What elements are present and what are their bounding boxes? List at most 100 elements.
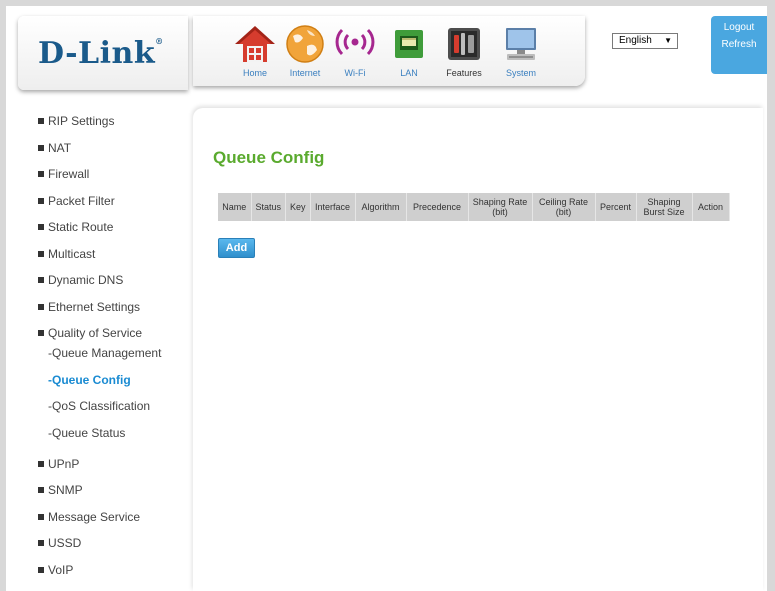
column-header: Name	[218, 193, 252, 221]
language-select[interactable]: English ▼	[612, 33, 678, 49]
lan-icon	[395, 30, 423, 58]
sidebar-item-label: UPnP	[48, 456, 80, 471]
nav-lan[interactable]: LAN	[383, 22, 435, 82]
sidebar-subitem-label: -Queue Management	[48, 346, 162, 360]
sidebar-item-voip[interactable]: VoIP	[38, 563, 188, 590]
sidebar-subitem-label: -Queue Config	[48, 372, 131, 387]
nav-lan-label: LAN	[400, 68, 418, 78]
sidebar-subitem-qos-classification[interactable]: -QoS Classification	[38, 399, 188, 426]
top-border	[0, 0, 775, 6]
nav-home[interactable]: Home	[229, 22, 281, 82]
table-header-row: Name Status Key Interface Algorithm Prec…	[218, 193, 730, 221]
bullet-icon	[38, 171, 44, 177]
router-admin-page: D-Link® Home Internet Wi-Fi LAN Features…	[0, 0, 775, 591]
sidebar-subitem-queue-management[interactable]: -Queue Management	[38, 346, 188, 373]
bullet-icon	[38, 513, 44, 520]
sidebar-subitem-label: -QoS Classification	[48, 399, 151, 413]
sidebar-item-label: Ethernet Settings	[48, 299, 141, 314]
sidebar-item-ussd[interactable]: USSD	[38, 536, 188, 563]
column-header: Algorithm	[355, 193, 407, 221]
sidebar-item-message-service[interactable]: Message Service	[38, 510, 188, 537]
sidebar-item-multicast[interactable]: Multicast	[38, 247, 188, 274]
sidebar-item-label: Multicast	[48, 246, 96, 261]
column-header: Ceiling Rate (bit)	[532, 193, 596, 221]
sidebar-subitem-queue-config[interactable]: -Queue Config	[38, 373, 188, 400]
bullet-icon	[38, 460, 44, 467]
bullet-icon	[38, 224, 44, 230]
sidebar-subitem-queue-status[interactable]: -Queue Status	[38, 426, 188, 457]
sidebar-item-firewall[interactable]: Firewall	[38, 167, 188, 194]
nav-system[interactable]: System	[495, 22, 547, 82]
sidebar-item-dynamic-dns[interactable]: Dynamic DNS	[38, 273, 188, 300]
column-header: Status	[251, 193, 287, 221]
nav-home-label: Home	[242, 68, 267, 78]
globe-icon	[286, 25, 324, 63]
sidebar-item-label: Quality of Service	[48, 326, 143, 340]
logout-link[interactable]: Logout	[711, 22, 767, 33]
language-selected-value: English	[619, 35, 652, 46]
column-header: Action	[692, 193, 730, 221]
wifi-icon	[335, 28, 375, 56]
bullet-icon	[38, 144, 44, 151]
column-header: Shaping Rate (bit)	[468, 193, 533, 221]
main-panel: Queue Config Name Status Key Interface A…	[193, 108, 763, 591]
bullet-icon	[38, 118, 44, 124]
nav-internet-label: Internet	[289, 68, 321, 78]
refresh-link[interactable]: Refresh	[711, 39, 767, 50]
bullet-icon	[38, 303, 44, 310]
nav-features[interactable]: Features	[438, 22, 490, 82]
sidebar-subitem-label: -Queue Status	[48, 425, 126, 440]
sidebar-item-label: Dynamic DNS	[48, 273, 124, 287]
sidebar-item-packet-filter[interactable]: Packet Filter	[38, 194, 188, 221]
logo-panel: D-Link®	[18, 16, 188, 90]
nav-wifi[interactable]: Wi-Fi	[329, 22, 381, 82]
bullet-icon	[38, 250, 44, 257]
nav-wifi-label: Wi-Fi	[344, 68, 366, 78]
nav-features-label: Features	[446, 68, 482, 78]
sidebar-item-rip-settings[interactable]: RIP Settings	[38, 114, 188, 141]
sidebar-item-label: Firewall	[48, 167, 90, 181]
sidebar: RIP Settings NAT Firewall Packet Filter …	[38, 114, 188, 589]
sidebar-item-label: NAT	[48, 140, 72, 155]
page-title: Queue Config	[213, 148, 325, 167]
nav-internet[interactable]: Internet	[279, 22, 331, 82]
add-button[interactable]: Add	[218, 238, 255, 258]
nav-system-label: System	[505, 68, 536, 78]
left-border	[0, 0, 6, 591]
right-border	[767, 0, 775, 591]
sidebar-item-label: Static Route	[48, 220, 114, 234]
sidebar-item-quality-of-service[interactable]: Quality of Service	[38, 326, 188, 346]
logo-wordmark: D-Link	[38, 36, 156, 71]
sidebar-item-label: Packet Filter	[48, 193, 115, 208]
sidebar-item-nat[interactable]: NAT	[38, 141, 188, 168]
sidebar-item-upnp[interactable]: UPnP	[38, 457, 188, 484]
sidebar-item-snmp[interactable]: SNMP	[38, 483, 188, 510]
sidebar-item-label: RIP Settings	[48, 114, 115, 128]
dropdown-arrow-icon: ▼	[664, 36, 672, 45]
logo-registered-mark: ®	[155, 36, 164, 46]
bullet-icon	[38, 566, 44, 573]
column-header: Interface	[310, 193, 356, 221]
sidebar-item-label: Message Service	[48, 509, 141, 524]
column-header: Precedence	[406, 193, 469, 221]
sidebar-item-label: VoIP	[48, 562, 74, 577]
dlink-logo: D-Link®	[38, 36, 164, 71]
queue-config-table: Name Status Key Interface Algorithm Prec…	[218, 193, 730, 221]
column-header: Shaping Burst Size	[636, 193, 693, 221]
column-header: Percent	[595, 193, 637, 221]
bullet-icon	[38, 277, 44, 283]
bullet-icon	[38, 487, 44, 493]
sidebar-item-ethernet-settings[interactable]: Ethernet Settings	[38, 300, 188, 327]
home-icon	[235, 26, 275, 62]
bullet-icon	[38, 540, 44, 546]
column-header: Key	[285, 193, 311, 221]
sidebar-item-static-route[interactable]: Static Route	[38, 220, 188, 247]
sidebar-item-label: SNMP	[48, 483, 83, 497]
bullet-icon	[38, 197, 44, 204]
account-box: Logout Refresh	[711, 16, 767, 74]
features-icon	[448, 28, 480, 60]
sidebar-item-label: USSD	[48, 536, 82, 550]
top-nav: Home Internet Wi-Fi LAN Features System	[193, 16, 585, 86]
bullet-icon	[38, 330, 44, 336]
computer-icon	[506, 28, 536, 60]
